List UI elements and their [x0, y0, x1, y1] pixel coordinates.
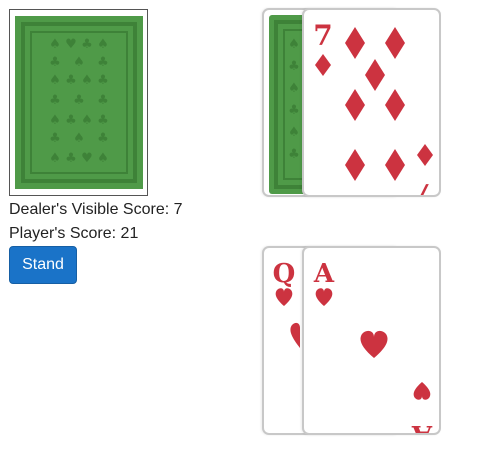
- svg-text:♠: ♠: [49, 151, 61, 166]
- svg-text:♣: ♣: [73, 93, 85, 108]
- heart-icon: [360, 330, 388, 358]
- svg-text:♠: ♠: [49, 73, 61, 88]
- stand-button[interactable]: Stand: [9, 246, 77, 284]
- svg-text:♠: ♠: [288, 81, 300, 96]
- svg-text:♠: ♠: [73, 55, 85, 70]
- deck-card-back: ♠ ♥ ♣ ♠ ♣ ♠ ♣ ♠ ♣ ♠ ♣ ♣ ♣ ♣ ♠ ♣ ♠ ♣ ♣ ♠ …: [9, 9, 148, 196]
- svg-text:♣: ♣: [97, 113, 109, 128]
- svg-text:♣: ♣: [49, 55, 61, 70]
- diamond-icon: [315, 54, 331, 76]
- svg-text:♣: ♣: [97, 73, 109, 88]
- svg-text:♥: ♥: [65, 37, 77, 52]
- svg-text:♣: ♣: [288, 147, 300, 162]
- card-rank: 7: [313, 19, 332, 52]
- card-back-pattern-icon: ♠ ♥ ♣ ♠ ♣ ♠ ♣ ♠ ♣ ♠ ♣ ♣ ♣ ♣ ♠ ♣ ♠ ♣ ♣ ♠ …: [15, 16, 143, 189]
- card-rank: A: [313, 259, 335, 289]
- diamond-icon: [345, 149, 365, 181]
- card-rank: A: [411, 419, 433, 435]
- svg-text:♣: ♣: [288, 103, 300, 118]
- player-card-a-hearts: A A: [302, 246, 441, 435]
- svg-text:♣: ♣: [65, 151, 77, 166]
- svg-text:♣: ♣: [288, 59, 300, 74]
- diamond-icon: [385, 89, 405, 121]
- svg-text:♣: ♣: [65, 113, 77, 128]
- player-score-label: Player's Score: 21: [9, 225, 139, 242]
- svg-text:♣: ♣: [97, 93, 109, 108]
- heart-icon: [413, 382, 431, 400]
- heart-icon: [315, 288, 333, 306]
- svg-text:♠: ♠: [288, 37, 300, 52]
- svg-text:♠: ♠: [49, 113, 61, 128]
- heart-icon: [275, 288, 293, 306]
- diamond-icon: [345, 89, 365, 121]
- svg-text:♠: ♠: [81, 73, 93, 88]
- svg-text:♠: ♠: [97, 151, 109, 166]
- svg-text:♣: ♣: [97, 55, 109, 70]
- svg-text:♣: ♣: [97, 131, 109, 146]
- svg-text:♠: ♠: [81, 113, 93, 128]
- svg-text:♠: ♠: [97, 37, 109, 52]
- card-rank: 7: [415, 177, 434, 197]
- diamond-icon: [385, 149, 405, 181]
- svg-text:♠: ♠: [49, 37, 61, 52]
- diamond-icon: [417, 144, 433, 166]
- heart-icon: [290, 322, 300, 348]
- diamond-icon: [385, 27, 405, 59]
- svg-text:♠: ♠: [288, 125, 300, 140]
- dealer-card-7-diamonds: 7 7: [302, 8, 441, 197]
- svg-text:♠: ♠: [73, 131, 85, 146]
- svg-text:♣: ♣: [65, 73, 77, 88]
- svg-text:♣: ♣: [49, 131, 61, 146]
- dealer-score-label: Dealer's Visible Score: 7: [9, 201, 183, 218]
- svg-text:♥: ♥: [81, 151, 93, 166]
- card-rank: Q: [273, 259, 296, 289]
- svg-text:♣: ♣: [49, 93, 61, 108]
- svg-text:♣: ♣: [81, 37, 93, 52]
- diamond-icon: [365, 59, 385, 91]
- diamond-icon: [345, 27, 365, 59]
